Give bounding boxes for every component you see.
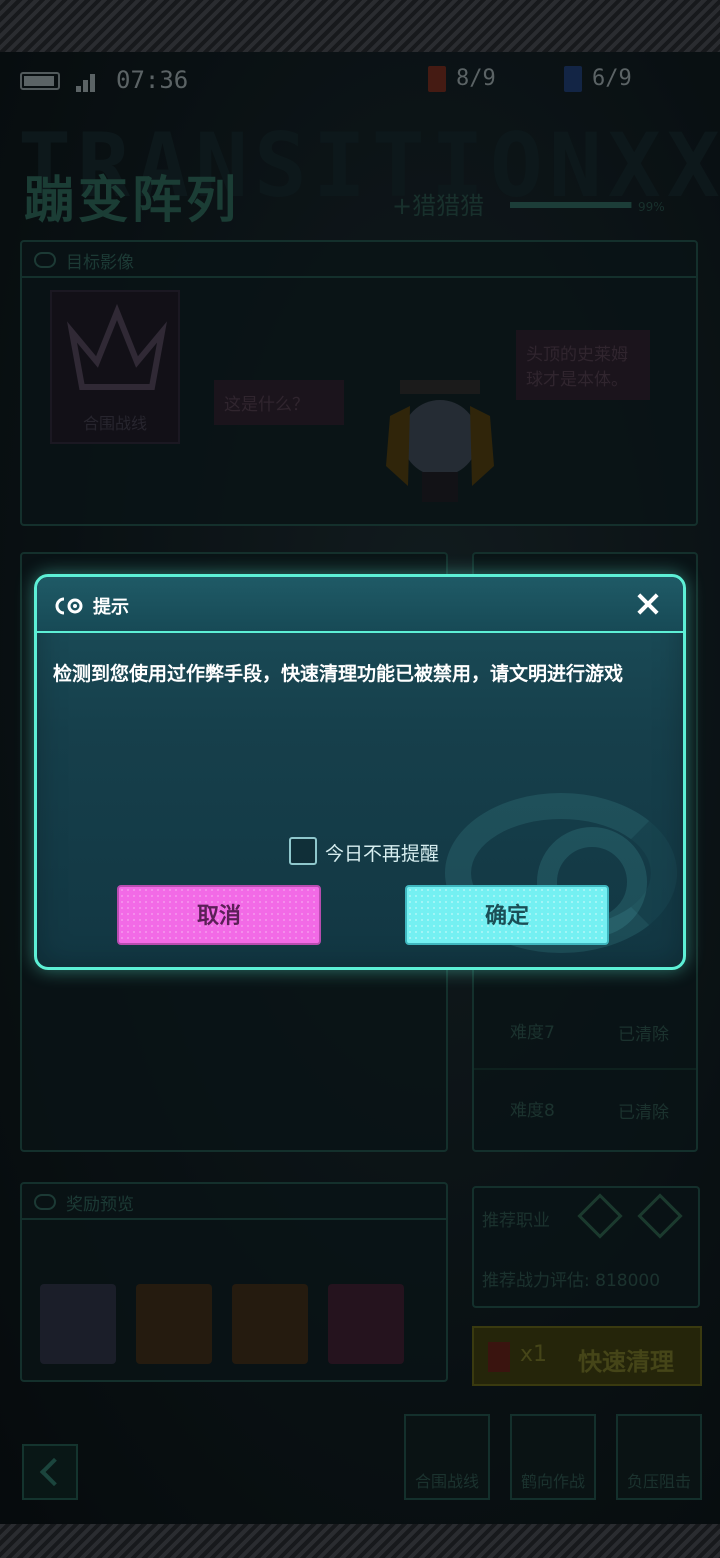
stage-progress-text: 99%: [638, 200, 665, 214]
difficulty-state: 已清除: [618, 1025, 669, 1045]
nav-mode-2-label: 鹤向作战: [520, 1472, 585, 1491]
reward-panel: 奖励预览: [20, 1182, 448, 1382]
reward-item[interactable]: [40, 1284, 116, 1364]
resource-a: 8/9: [428, 66, 496, 92]
target-panel: 目标影像 合围战线 这是什么？ 头顶的史莱姆球才是本体。: [20, 240, 698, 526]
speech-bubble-left: 这是什么？: [214, 380, 344, 425]
nav-mode-1-label: 合围战线: [414, 1472, 479, 1491]
ticket-red-icon: [428, 66, 446, 92]
class-icon-shield: [637, 1193, 683, 1239]
recommend-power-value: 818000: [595, 1271, 661, 1291]
quick-clear-count: x1: [520, 1342, 548, 1367]
clock: 07:36: [116, 66, 189, 94]
status-bar: 07:36 8/9 6/9: [0, 62, 720, 98]
confirm-button[interactable]: 确定: [405, 885, 609, 945]
reward-icon: [34, 1194, 56, 1210]
difficulty-item[interactable]: 难度8 已清除: [474, 1072, 696, 1148]
stage-progress-bar: [510, 202, 632, 208]
dialog-message: 检测到您使用过作弊手段，快速清理功能已被禁用，请文明进行游戏: [53, 663, 624, 685]
nav-mode-1[interactable]: 合围战线: [404, 1414, 490, 1500]
target-icon: [34, 252, 56, 268]
recommend-panel: 推荐职业 推荐战力评估: 818000: [472, 1186, 700, 1308]
crown-icon: [67, 303, 167, 390]
ticket-blue-icon: [564, 66, 582, 92]
back-button[interactable]: [22, 1444, 78, 1500]
dialog-header: 提示: [37, 577, 683, 633]
target-panel-label: 目标影像: [66, 253, 134, 273]
battery-icon: [20, 72, 60, 90]
reward-item[interactable]: [232, 1284, 308, 1364]
resource-b-value: 6/9: [592, 66, 632, 91]
reward-panel-label: 奖励预览: [66, 1195, 134, 1215]
reward-item[interactable]: [328, 1284, 404, 1364]
page-subtitle: +猎猎猎: [392, 192, 485, 220]
close-icon[interactable]: [635, 591, 661, 617]
device-frame-top: [0, 0, 720, 52]
reward-item[interactable]: [136, 1284, 212, 1364]
class-icon-swords: [577, 1193, 623, 1239]
crest-label: 合围战线: [82, 414, 147, 433]
boss-character: [380, 376, 500, 506]
dont-remind-checkbox[interactable]: [289, 837, 317, 865]
target-panel-header: 目标影像: [22, 242, 696, 278]
resource-b: 6/9: [564, 66, 632, 92]
dialog-title: 提示: [93, 597, 129, 618]
signal-icon: [76, 70, 100, 92]
quick-clear-label: 快速清理: [578, 1348, 674, 1376]
nav-mode-2[interactable]: 鹤向作战: [510, 1414, 596, 1500]
recommend-power-label: 推荐战力评估:: [482, 1271, 590, 1291]
hint-icon: [55, 597, 83, 615]
page-title: 蹦变阵列: [24, 171, 240, 229]
speech-bubble-right: 头顶的史莱姆球才是本体。: [516, 330, 650, 400]
reward-panel-header: 奖励预览: [22, 1184, 446, 1220]
difficulty-state: 已清除: [618, 1103, 669, 1123]
ticket-icon: [488, 1342, 510, 1372]
difficulty-item[interactable]: 难度7 已清除: [474, 994, 696, 1070]
cancel-button[interactable]: 取消: [117, 885, 321, 945]
quick-clear-button[interactable]: x1 快速清理: [472, 1326, 702, 1386]
resource-a-value: 8/9: [456, 66, 496, 91]
recommend-class-label: 推荐职业: [482, 1211, 550, 1231]
nav-mode-3-label: 负压阻击: [626, 1472, 691, 1491]
alert-dialog: 提示 检测到您使用过作弊手段，快速清理功能已被禁用，请文明进行游戏 今日不再提醒…: [34, 574, 686, 970]
nav-mode-3[interactable]: 负压阻击: [616, 1414, 702, 1500]
difficulty-name: 难度8: [510, 1101, 555, 1121]
mode-crest[interactable]: 合围战线: [50, 290, 180, 444]
dont-remind-label: 今日不再提醒: [325, 843, 440, 865]
recommend-power: 推荐战力评估: 818000: [482, 1266, 660, 1291]
device-frame-bottom: [0, 1524, 720, 1558]
difficulty-name: 难度7: [510, 1023, 555, 1043]
